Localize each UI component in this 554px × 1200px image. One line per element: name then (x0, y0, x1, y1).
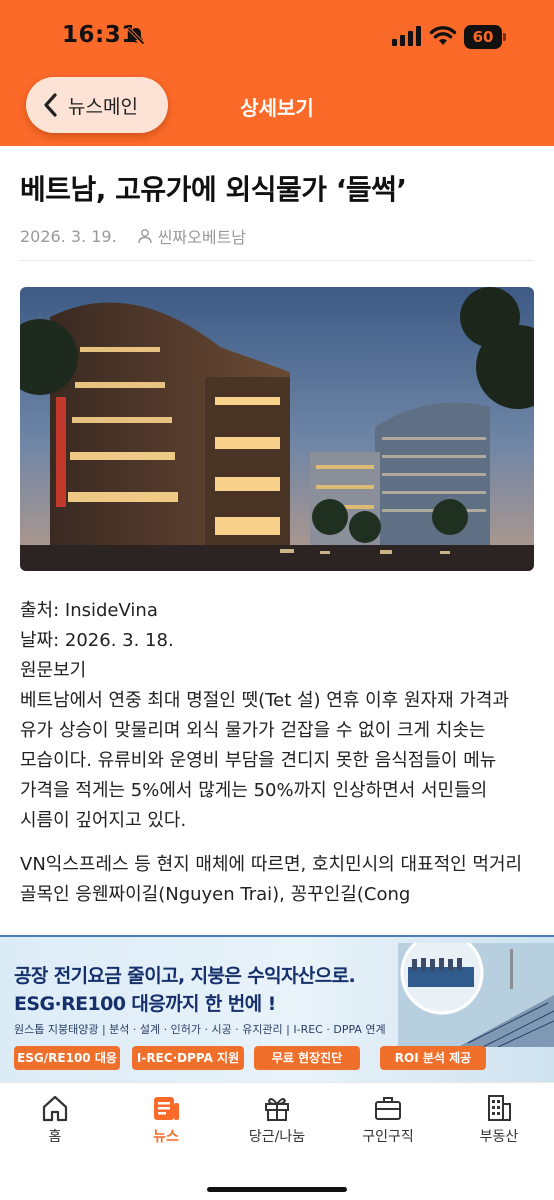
ad-headline-1: 공장 전기요금 줄이고, 지붕은 수익자산으로. (14, 965, 356, 987)
tab-jobs[interactable]: 구인구직 (343, 1093, 433, 1146)
news-icon (154, 1097, 179, 1120)
app-header: 16:31 60 뉴스메인 상세보기 (0, 0, 554, 146)
home-indicator (207, 1187, 347, 1192)
paragraph: 베트남에서 연중 최대 명절인 뗏(Tet 설) 연휴 이후 원자재 가격과 유… (20, 690, 510, 831)
building-icon (488, 1095, 511, 1121)
source-line: 출처: InsideVina (20, 600, 158, 621)
ad-chip: 무료 현장진단 (254, 1046, 360, 1070)
ad-chip: ESG/RE100 대응 (14, 1046, 120, 1070)
page-title: 상세보기 (240, 96, 314, 120)
status-bar: 16:31 60 (0, 0, 554, 74)
paragraph: VN익스프레스 등 현지 매체에 따르면, 호치민시의 대표적인 먹거리 골목인… (20, 854, 523, 905)
tab-label: 홈 (48, 1129, 62, 1145)
person-icon (137, 229, 152, 244)
article-headline: 베트남, 고유가에 외식물가 ‘들썩’ (20, 173, 407, 206)
tab-market[interactable]: 당근/나눔 (232, 1093, 322, 1146)
wifi-icon (429, 26, 457, 45)
ad-headline-2: ESG·RE100 대응까지 한 번에 ! (14, 993, 276, 1015)
tab-label: 부동산 (479, 1129, 519, 1145)
tab-home[interactable]: 홈 (10, 1093, 100, 1146)
ad-chip: ROI 분석 제공 (380, 1046, 486, 1070)
article-author: 씬짜오베트남 (157, 228, 247, 247)
home-icon (42, 1095, 68, 1122)
gift-icon (265, 1098, 289, 1121)
ad-chip: I-REC·DPPA 지원 (132, 1046, 244, 1070)
tab-real-estate[interactable]: 부동산 (454, 1093, 544, 1146)
tab-label: 뉴스 (153, 1129, 179, 1145)
ad-subtitle: 원스톱 지붕태양광 | 분석 · 설계 · 인허가 · 시공 · 유지관리 | … (14, 1023, 386, 1036)
tab-label: 당근/나눔 (248, 1129, 306, 1145)
date-line: 날짜: 2026. 3. 18. (20, 630, 174, 651)
bottom-tab-bar: 홈 뉴스 당근/나눔 구인구직 부동산 (0, 1082, 554, 1200)
ad-banner[interactable]: 공장 전기요금 줄이고, 지붕은 수익자산으로. ESG·RE100 대응까지 … (0, 935, 554, 1082)
battery-icon: 60 (464, 25, 506, 49)
solar-roof-image (398, 943, 554, 1047)
silent-bell-icon (126, 26, 146, 46)
cellular-signal-icon (392, 26, 421, 46)
battery-level: 60 (464, 25, 502, 49)
divider (20, 260, 534, 261)
article-meta: 2026. 3. 19. 씬짜오베트남 (20, 224, 246, 248)
article-date: 2026. 3. 19. (20, 226, 117, 246)
article-photo[interactable] (20, 287, 534, 571)
briefcase-icon (375, 1097, 401, 1120)
article-body: 출처: InsideVina 날짜: 2026. 3. 18. 원문보기 베트남… (20, 596, 534, 910)
original-link[interactable]: 원문보기 (20, 656, 534, 686)
tab-label: 구인구직 (362, 1129, 414, 1145)
tab-news[interactable]: 뉴스 (121, 1093, 211, 1146)
